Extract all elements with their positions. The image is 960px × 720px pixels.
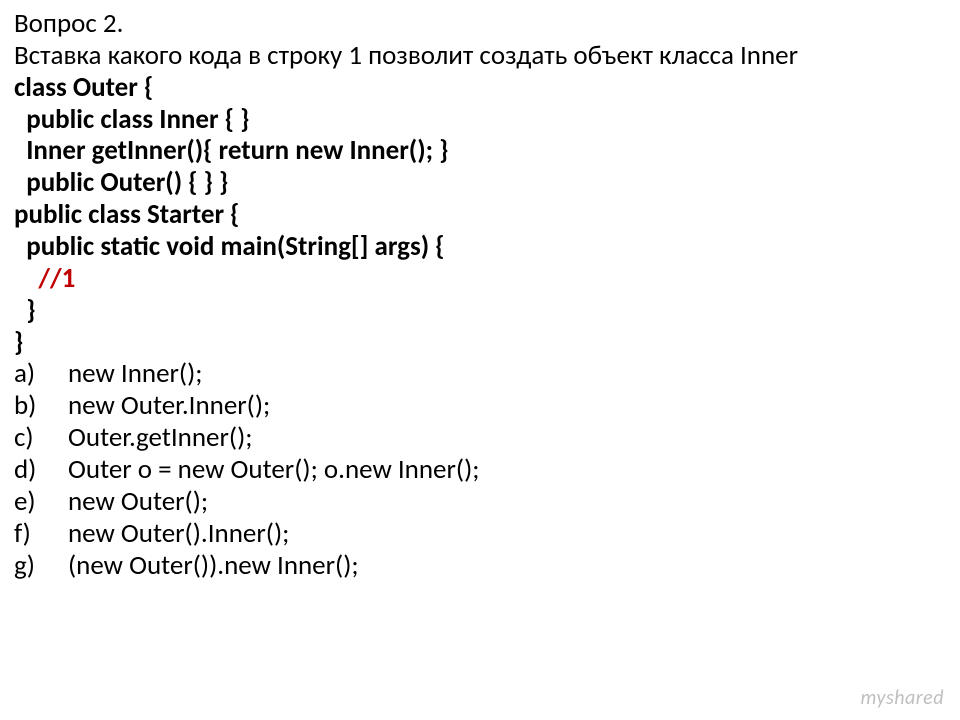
answer-option: a) new Inner();	[14, 358, 946, 390]
answer-letter: f)	[14, 518, 48, 550]
answer-letter: g)	[14, 550, 48, 582]
answer-text: new Inner();	[48, 358, 203, 390]
answer-option: d) Outer o = new Outer(); o.new Inner();	[14, 454, 946, 486]
code-line-1: class Outer {	[14, 72, 946, 104]
code-line-7-highlight: //1	[14, 263, 946, 295]
question-prompt: Вставка какого кода в строку 1 позволит …	[14, 40, 946, 72]
code-line-5: public class Starter {	[14, 199, 946, 231]
answer-text: Outer.getInner();	[48, 422, 253, 454]
answer-option: c) Outer.getInner();	[14, 422, 946, 454]
answer-letter: a)	[14, 358, 48, 390]
code-line-9: }	[14, 327, 946, 359]
code-line-8: }	[14, 295, 946, 327]
answer-text: (new Outer()).new Inner();	[48, 550, 359, 582]
answer-option: f) new Outer().Inner();	[14, 518, 946, 550]
slide: Вопрос 2. Вставка какого кода в строку 1…	[0, 0, 960, 720]
answer-option: g) (new Outer()).new Inner();	[14, 550, 946, 582]
watermark-shared: shared	[886, 686, 944, 710]
question-title: Вопрос 2.	[14, 8, 946, 40]
watermark: myshared	[861, 686, 944, 710]
answer-text: new Outer.Inner();	[48, 390, 270, 422]
answer-text: new Outer().Inner();	[48, 518, 289, 550]
answer-letter: c)	[14, 422, 48, 454]
answer-letter: e)	[14, 486, 48, 518]
answer-text: Outer o = new Outer(); o.new Inner();	[48, 454, 480, 486]
watermark-my: my	[861, 686, 886, 710]
code-line-6: public static void main(String[] args) {	[14, 231, 946, 263]
answer-option: e) new Outer();	[14, 486, 946, 518]
answer-text: new Outer();	[48, 486, 208, 518]
code-line-2: public class Inner { }	[14, 104, 946, 136]
answer-letter: b)	[14, 390, 48, 422]
code-line-3: Inner getInner(){ return new Inner(); }	[14, 135, 946, 167]
answer-option: b) new Outer.Inner();	[14, 390, 946, 422]
answer-letter: d)	[14, 454, 48, 486]
code-line-4: public Outer() { } }	[14, 167, 946, 199]
